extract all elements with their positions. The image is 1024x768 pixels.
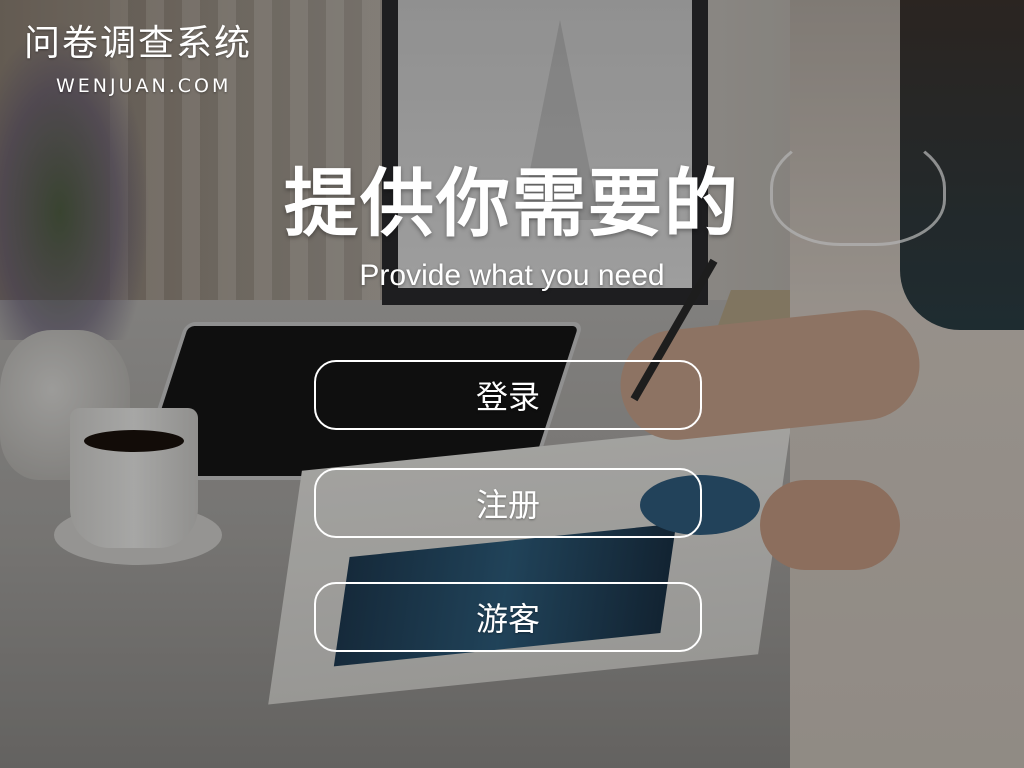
login-button[interactable]: 登录 [314,360,702,430]
hero-title: 提供你需要的 [284,161,740,247]
register-button[interactable]: 注册 [314,468,702,538]
brand-name: 问卷调查系统 [24,23,253,64]
hero-section: 提供你需要的 Provide what you need [212,158,812,294]
guest-button[interactable]: 游客 [314,582,702,652]
brand-domain: WENJUAN.COM [56,75,232,97]
landing-screen: 问卷调查系统 WENJUAN.COM 提供你需要的 Provide what y… [0,0,1024,768]
hero-subtitle: Provide what you need [359,259,665,292]
brand-logo: 问卷调查系统 WENJUAN.COM [24,22,314,98]
